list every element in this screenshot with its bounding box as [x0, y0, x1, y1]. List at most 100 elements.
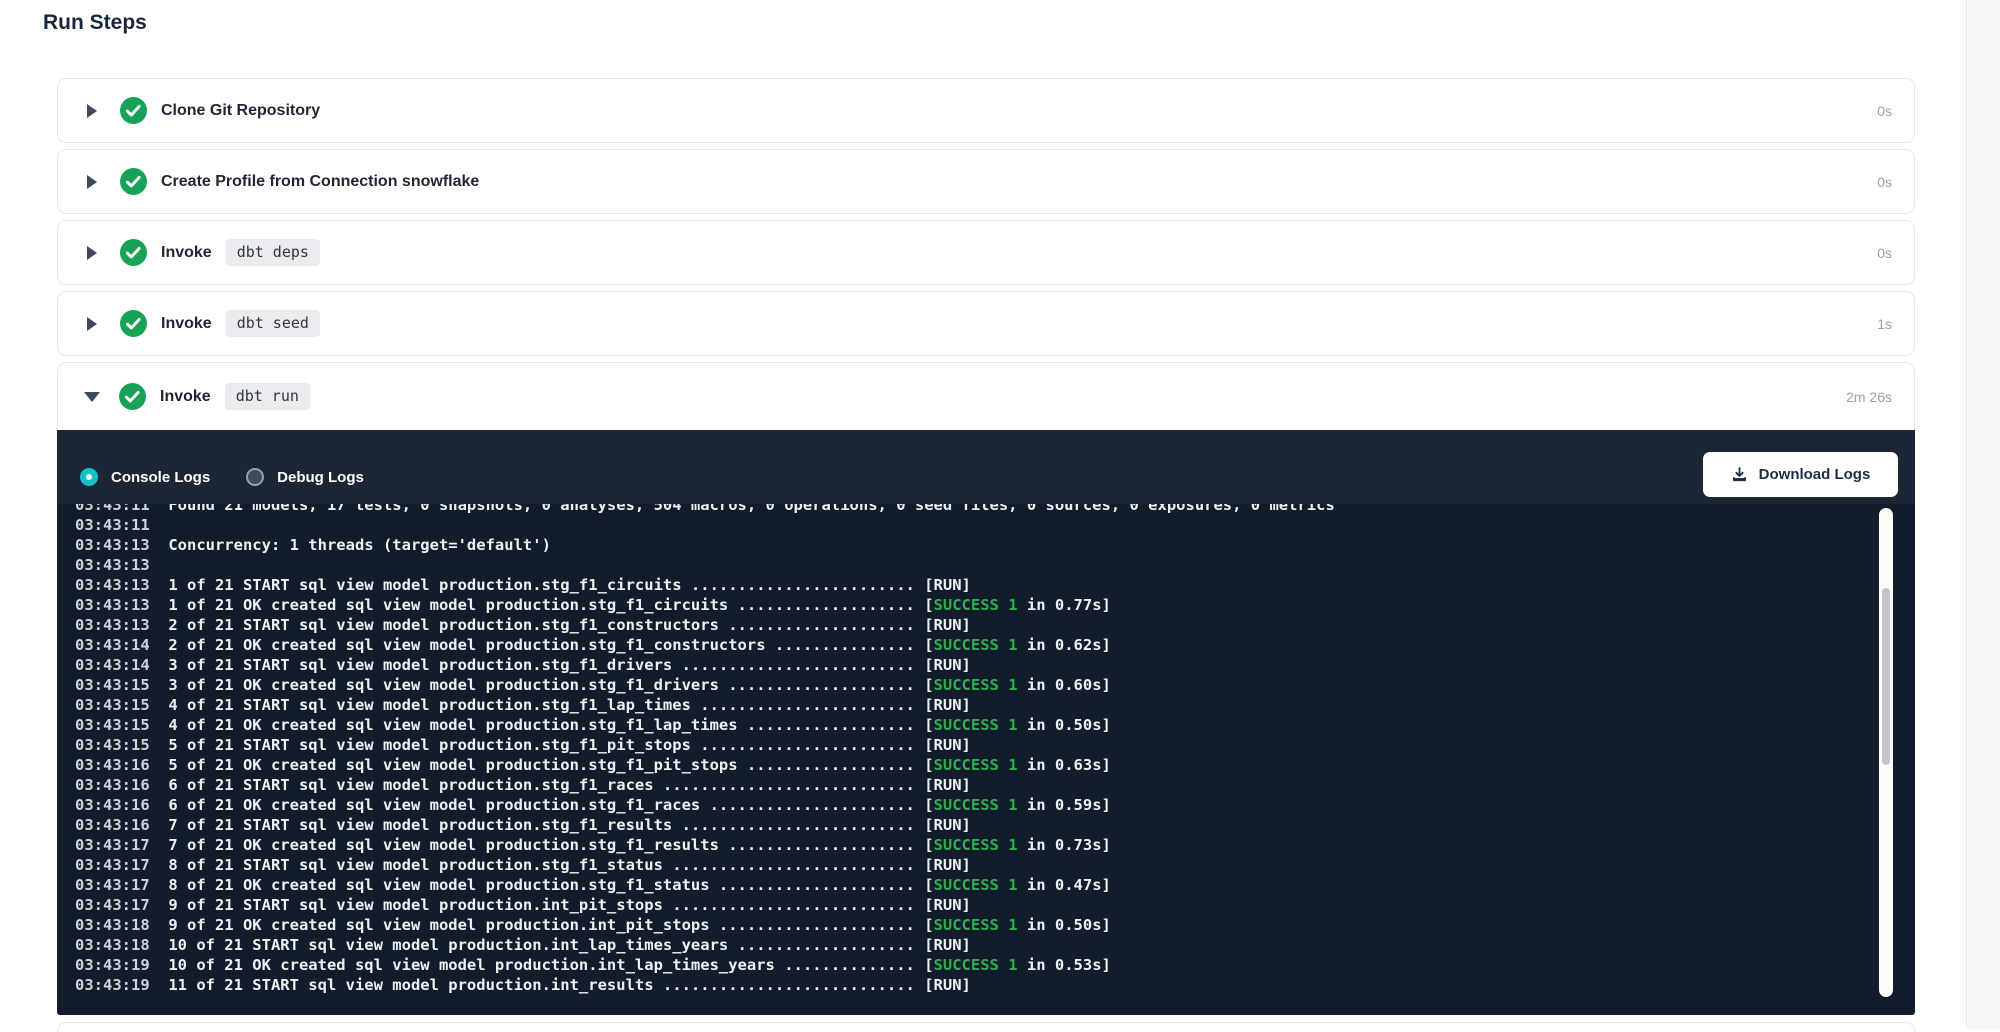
scrollbar-thumb[interactable] [1882, 588, 1890, 765]
next-step-card-edge [57, 1022, 1915, 1032]
log-message: Concurrency: 1 threads (target='default'… [150, 536, 551, 554]
log-timestamp: 03:43:11 [75, 516, 150, 534]
log-timestamp: 03:43:13 [75, 596, 150, 614]
step-title: Create Profile from Connection snowflake [161, 173, 479, 191]
step-card-dbt-seed[interactable]: Invoke dbt seed 1s [57, 291, 1915, 356]
log-timestamp: 03:43:18 [75, 916, 150, 934]
caret-right-icon[interactable] [87, 317, 97, 331]
log-line: 03:43:13 Concurrency: 1 threads (target=… [75, 535, 1915, 555]
step-card-dbt-deps[interactable]: Invoke dbt deps 0s [57, 220, 1915, 285]
log-status-success: SUCCESS 1 [934, 956, 1018, 974]
log-timestamp: 03:43:14 [75, 636, 150, 654]
log-line: 03:43:15 5 of 21 START sql view model pr… [75, 735, 1915, 755]
log-timestamp: 03:43:16 [75, 796, 150, 814]
log-status: [RUN] [915, 696, 971, 714]
log-timestamp: 03:43:13 [75, 576, 150, 594]
log-status: [RUN] [915, 976, 971, 994]
step-duration: 0s [1877, 103, 1892, 119]
log-status: [RUN] [915, 616, 971, 634]
log-status: [RUN] [915, 656, 971, 674]
check-circle-icon [120, 168, 147, 195]
log-timestamp: 03:43:17 [75, 856, 150, 874]
step-title: Invoke [160, 388, 211, 406]
log-line: 03:43:14 2 of 21 OK created sql view mod… [75, 635, 1915, 655]
debug-logs-radio[interactable]: Debug Logs [246, 468, 364, 486]
step-header-dbt-run[interactable]: Invoke dbt run 2m 26s [57, 362, 1915, 430]
log-message: 2 of 21 START sql view model production.… [150, 616, 915, 634]
log-message: 1 of 21 OK created sql view model produc… [150, 596, 915, 614]
log-message: 1 of 21 START sql view model production.… [150, 576, 915, 594]
log-timestamp: 03:43:15 [75, 716, 150, 734]
log-message: 3 of 21 START sql view model production.… [150, 656, 915, 674]
caret-right-icon[interactable] [87, 246, 97, 260]
log-line: 03:43:15 4 of 21 START sql view model pr… [75, 695, 1915, 715]
log-message: 4 of 21 START sql view model production.… [150, 696, 915, 714]
log-timestamp: 03:43:19 [75, 976, 150, 994]
log-line: 03:43:19 11 of 21 START sql view model p… [75, 975, 1915, 995]
download-icon [1731, 466, 1748, 483]
log-status: [RUN] [915, 816, 971, 834]
log-status: [RUN] [915, 936, 971, 954]
log-panel: Console Logs Debug Logs Download Logs 03… [57, 430, 1915, 1015]
step-duration: 2m 26s [1846, 389, 1892, 405]
log-status-success: SUCCESS 1 [934, 916, 1018, 934]
step-duration: 1s [1877, 316, 1892, 332]
log-message [150, 556, 169, 574]
log-timestamp: 03:43:16 [75, 816, 150, 834]
log-line: 03:43:16 7 of 21 START sql view model pr… [75, 815, 1915, 835]
log-message: Found 21 models, 17 tests, 0 snapshots, … [150, 504, 1335, 514]
log-timestamp: 03:43:15 [75, 676, 150, 694]
radio-label: Debug Logs [277, 469, 364, 486]
log-message: 5 of 21 START sql view model production.… [150, 736, 915, 754]
log-status-success: SUCCESS 1 [934, 596, 1018, 614]
step-card-create-profile[interactable]: Create Profile from Connection snowflake… [57, 149, 1915, 214]
check-circle-icon [120, 310, 147, 337]
log-timestamp: 03:43:14 [75, 656, 150, 674]
scrollbar-track[interactable] [1879, 508, 1893, 997]
step-title: Invoke [161, 244, 212, 262]
log-timestamp: 03:43:13 [75, 536, 150, 554]
caret-down-icon[interactable] [84, 392, 100, 402]
console-logs-radio[interactable]: Console Logs [80, 468, 210, 486]
radio-selected-icon[interactable] [80, 468, 98, 486]
log-status: [RUN] [915, 736, 971, 754]
log-line: 03:43:16 6 of 21 OK created sql view mod… [75, 795, 1915, 815]
log-timestamp: 03:43:19 [75, 956, 150, 974]
check-circle-icon [120, 239, 147, 266]
step-card-clone-git[interactable]: Clone Git Repository 0s [57, 78, 1915, 143]
log-message: 6 of 21 START sql view model production.… [150, 776, 915, 794]
radio-unselected-icon[interactable] [246, 468, 264, 486]
log-line: 03:43:13 [75, 555, 1915, 575]
log-status-success: SUCCESS 1 [934, 676, 1018, 694]
log-line: 03:43:11 Found 21 models, 17 tests, 0 sn… [75, 504, 1915, 515]
check-circle-icon [120, 97, 147, 124]
log-message: 8 of 21 OK created sql view model produc… [150, 876, 915, 894]
page-title: Run Steps [43, 11, 147, 35]
step-card-dbt-run: Invoke dbt run 2m 26s Console Logs Debug… [57, 362, 1915, 1015]
log-timestamp: 03:43:18 [75, 936, 150, 954]
log-status-success: SUCCESS 1 [934, 636, 1018, 654]
log-message: 5 of 21 OK created sql view model produc… [150, 756, 915, 774]
log-viewport[interactable]: 03:43:11 Found 21 models, 17 tests, 0 sn… [57, 504, 1915, 1012]
log-message: 7 of 21 OK created sql view model produc… [150, 836, 915, 854]
log-timestamp: 03:43:16 [75, 776, 150, 794]
log-panel-header [57, 430, 1915, 504]
caret-right-icon[interactable] [87, 104, 97, 118]
log-message [150, 516, 169, 534]
log-timestamp: 03:43:17 [75, 896, 150, 914]
log-timestamp: 03:43:16 [75, 756, 150, 774]
log-line: 03:43:14 3 of 21 START sql view model pr… [75, 655, 1915, 675]
step-command-badge: dbt deps [226, 239, 320, 266]
log-message: 7 of 21 START sql view model production.… [150, 816, 915, 834]
run-steps-page: Run Steps Clone Git Repository 0s Create… [0, 0, 2000, 1029]
log-message: 3 of 21 OK created sql view model produc… [150, 676, 915, 694]
log-status: [RUN] [915, 576, 971, 594]
radio-label: Console Logs [111, 469, 210, 486]
log-line: 03:43:16 5 of 21 OK created sql view mod… [75, 755, 1915, 775]
log-timestamp: 03:43:15 [75, 736, 150, 754]
log-message: 4 of 21 OK created sql view model produc… [150, 716, 915, 734]
caret-right-icon[interactable] [87, 175, 97, 189]
log-timestamp: 03:43:11 [75, 504, 150, 514]
download-logs-button[interactable]: Download Logs [1703, 452, 1898, 497]
log-line: 03:43:18 9 of 21 OK created sql view mod… [75, 915, 1915, 935]
